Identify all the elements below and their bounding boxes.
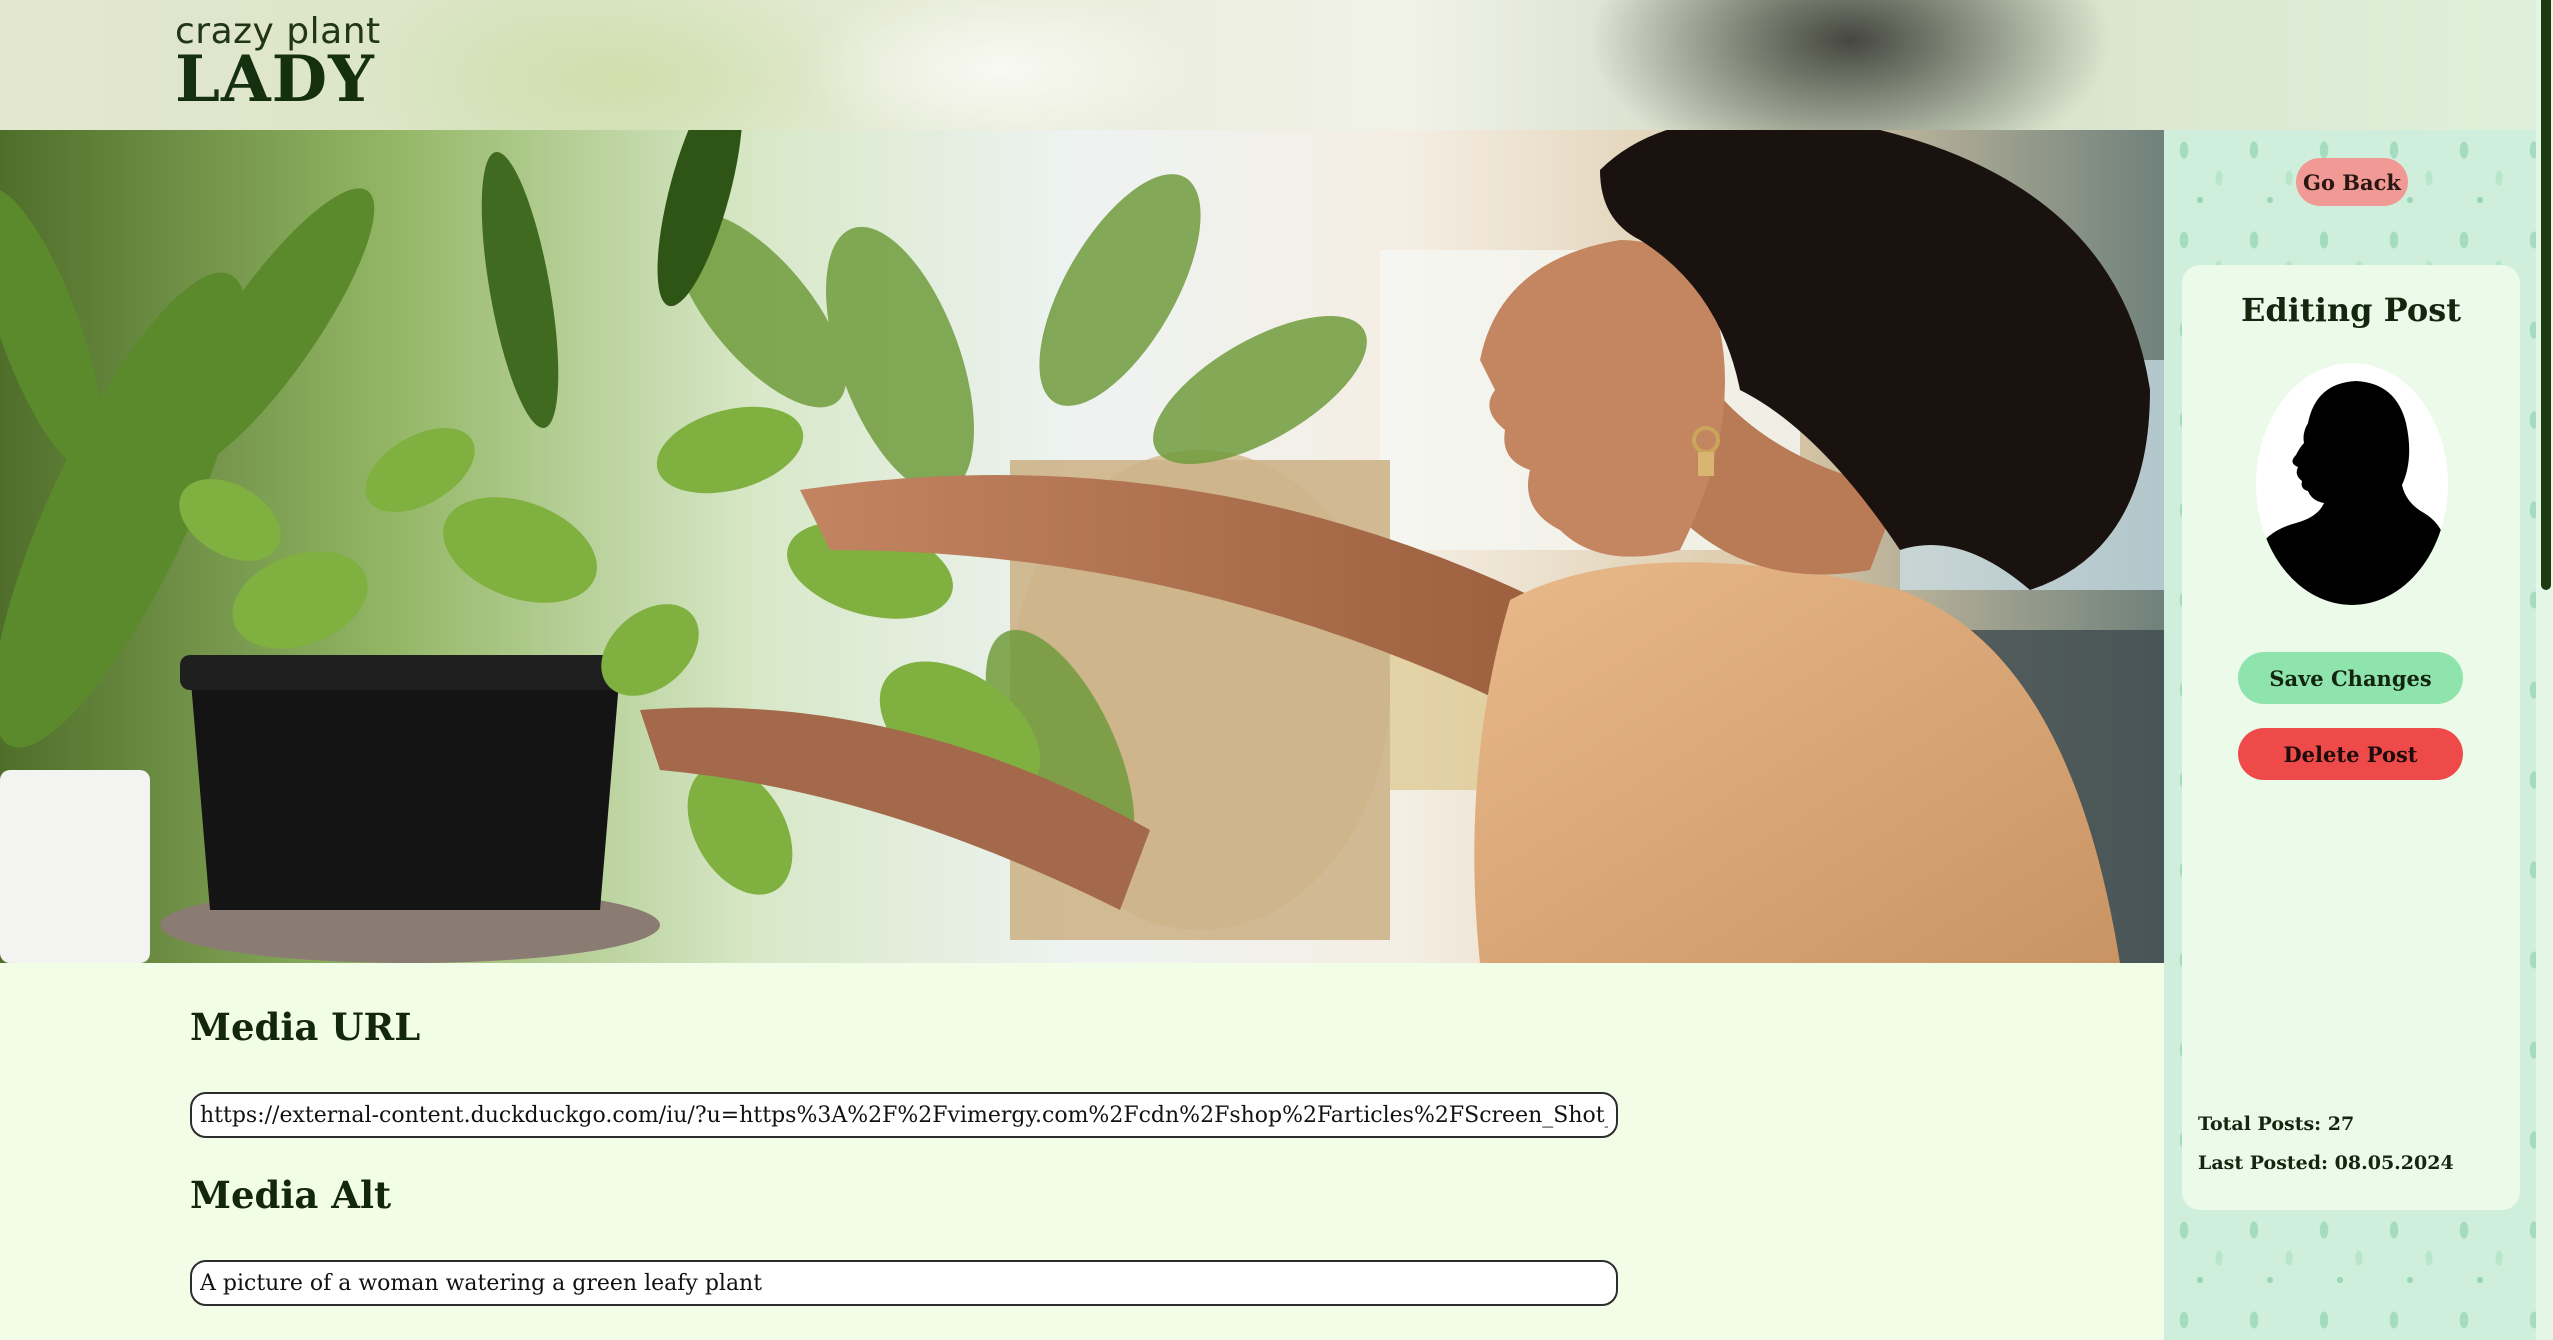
card-title: Editing Post bbox=[2241, 291, 2461, 329]
site-header: crazy plant LADY bbox=[0, 0, 2553, 130]
save-changes-button[interactable]: Save Changes bbox=[2238, 652, 2463, 704]
media-url-input[interactable] bbox=[190, 1092, 1618, 1138]
woman-silhouette-icon bbox=[2256, 381, 2446, 605]
site-logo[interactable]: crazy plant LADY bbox=[175, 14, 381, 112]
last-posted-text: Last Posted: 08.05.2024 bbox=[2198, 1152, 2454, 1174]
hero-photo-woman-watering-plant bbox=[0, 130, 2164, 963]
hero-image bbox=[0, 130, 2164, 963]
logo-big-text: LADY bbox=[175, 42, 375, 117]
scrollbar-thumb[interactable] bbox=[2541, 0, 2551, 590]
media-alt-label: Media Alt bbox=[190, 1173, 392, 1217]
avatar bbox=[2256, 363, 2448, 605]
media-alt-input[interactable] bbox=[190, 1260, 1618, 1306]
total-posts-text: Total Posts: 27 bbox=[2198, 1113, 2355, 1135]
delete-post-button[interactable]: Delete Post bbox=[2238, 728, 2463, 780]
go-back-button[interactable]: Go Back bbox=[2296, 158, 2408, 206]
post-stats: Total Posts: 27 Last Posted: 08.05.2024 bbox=[2198, 1105, 2454, 1183]
editing-post-card: Editing Post Save Changes Delete Post To… bbox=[2182, 265, 2520, 1210]
media-url-label: Media URL bbox=[190, 1005, 421, 1049]
